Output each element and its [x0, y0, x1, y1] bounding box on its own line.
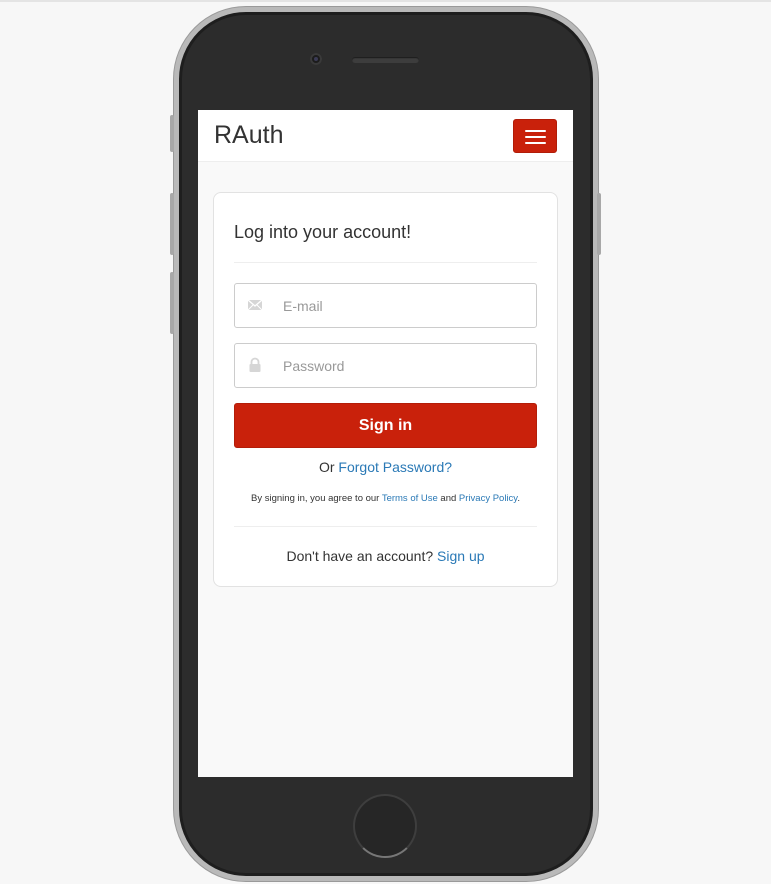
title-divider — [234, 262, 537, 263]
mute-switch — [170, 115, 174, 152]
volume-down-button — [170, 272, 174, 334]
forgot-password-line: Or Forgot Password? — [214, 459, 557, 475]
lock-icon — [247, 357, 263, 373]
phone-screen: RAuth Log into your account! E-mail Sign… — [198, 110, 573, 777]
terms-of-use-link[interactable]: Terms of Use — [382, 493, 438, 504]
email-input[interactable] — [283, 284, 523, 327]
hamburger-menu-icon-bar — [525, 142, 546, 144]
top-border-line — [0, 0, 771, 2]
navbar: RAuth — [198, 110, 573, 162]
power-button — [597, 193, 601, 255]
password-input[interactable] — [283, 344, 523, 387]
earpiece-speaker — [352, 57, 419, 63]
volume-up-button — [170, 193, 174, 255]
forgot-password-link[interactable]: Forgot Password? — [338, 459, 452, 475]
login-title: Log into your account! — [234, 222, 412, 242]
terms-prefix: By signing in, you agree to our — [251, 493, 382, 504]
sign-up-link[interactable]: Sign up — [437, 548, 484, 564]
privacy-policy-link[interactable]: Privacy Policy — [459, 493, 517, 504]
forgot-prefix: Or — [318, 459, 339, 475]
terms-suffix: . — [517, 493, 520, 504]
signup-line: Don't have an account? Sign up — [214, 548, 557, 564]
login-card: Log into your account! E-mail Sign in Or… — [213, 192, 558, 587]
footer-divider — [234, 526, 537, 527]
terms-and: and — [437, 493, 459, 504]
sign-in-button[interactable]: Sign in — [234, 403, 537, 448]
front-camera — [310, 53, 322, 65]
brand-logo[interactable]: RAuth — [214, 121, 283, 150]
terms-notice: By signing in, you agree to our Terms of… — [214, 493, 557, 504]
hamburger-menu-icon — [525, 130, 546, 132]
menu-toggle-button[interactable] — [513, 119, 557, 153]
signup-prefix: Don't have an account? — [286, 548, 438, 564]
home-button[interactable] — [353, 794, 417, 858]
password-field[interactable] — [234, 343, 537, 388]
email-field[interactable] — [234, 283, 537, 328]
envelope-icon — [247, 297, 263, 313]
hamburger-menu-icon-bar — [525, 136, 546, 138]
